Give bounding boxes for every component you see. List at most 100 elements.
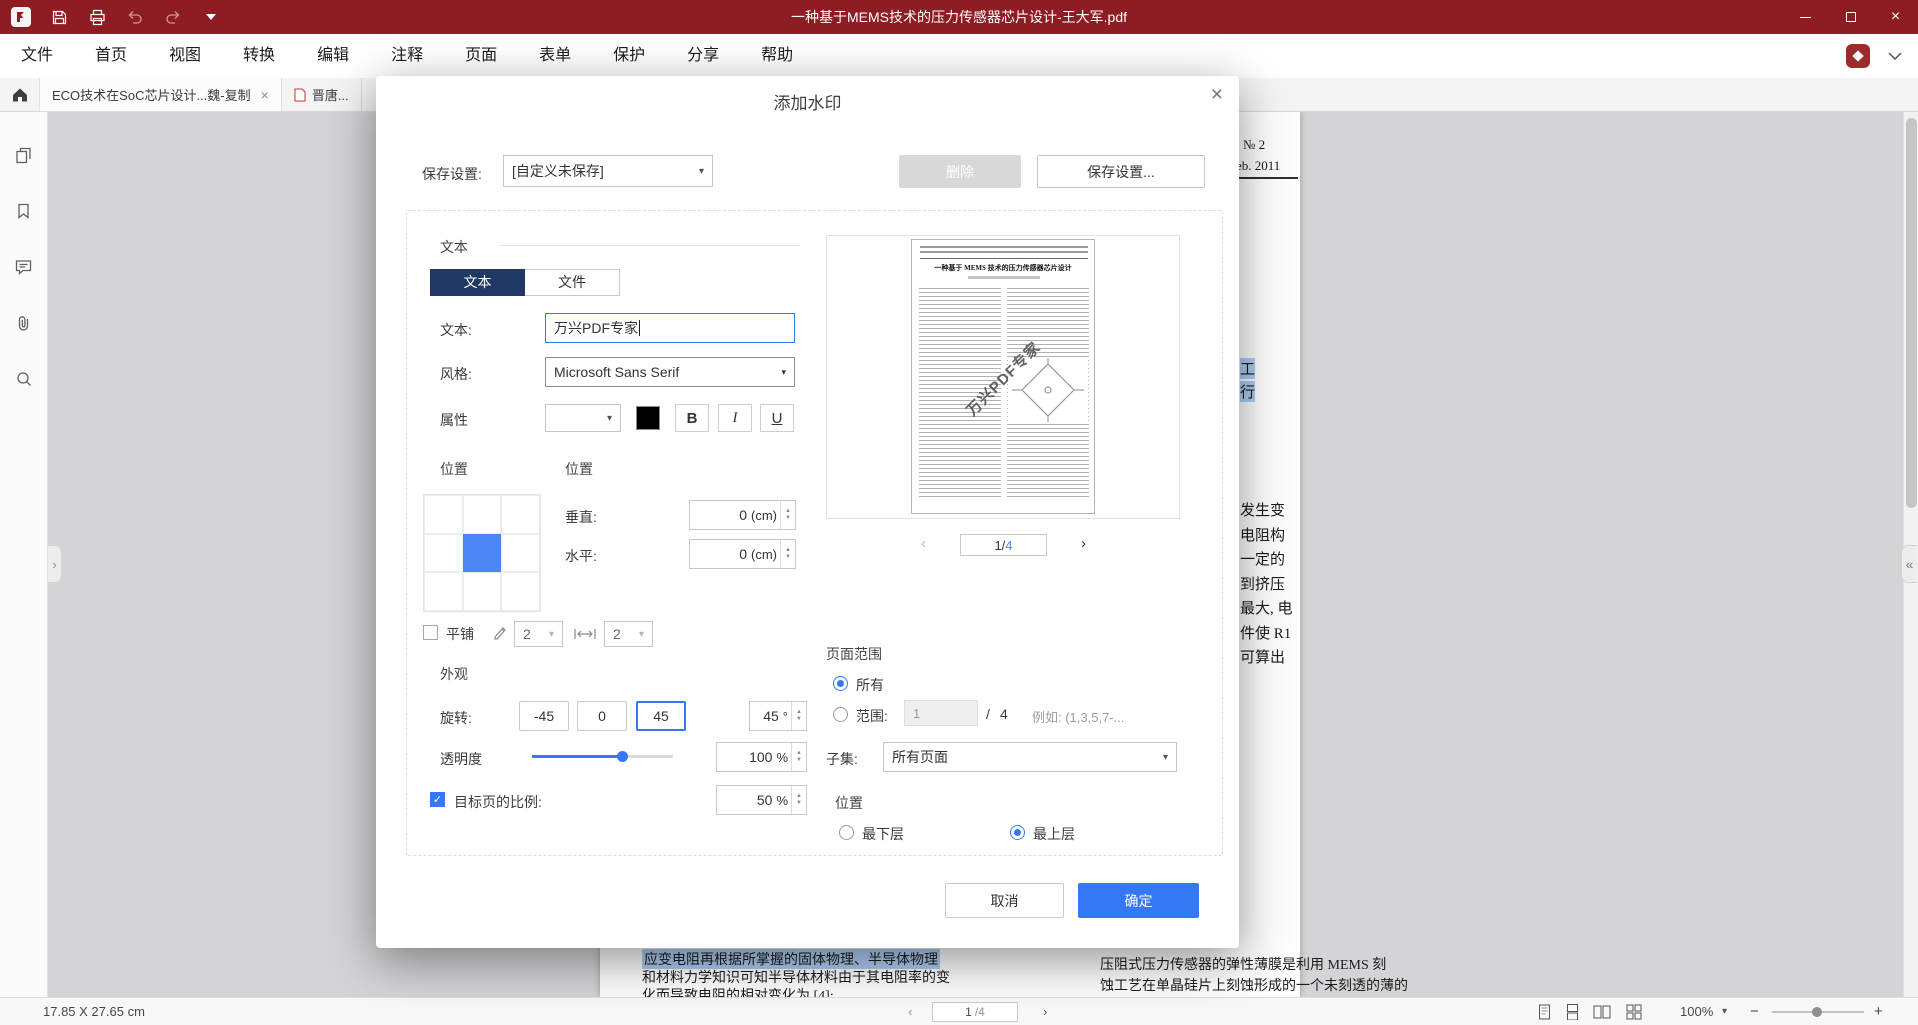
page-number-input[interactable]: 1 /4 [932, 1002, 1018, 1022]
comments-icon[interactable] [6, 252, 42, 282]
horizontal-offset-spinner[interactable]: 0 (cm) ▲▼ [689, 539, 796, 569]
maximize-button[interactable] [1828, 0, 1873, 34]
menu-protect[interactable]: 保护 [592, 34, 666, 78]
grid-cell[interactable] [463, 495, 502, 534]
menu-edit[interactable]: 编辑 [296, 34, 370, 78]
zoom-dropdown-icon[interactable]: ▾ [1722, 998, 1727, 1025]
toolbar-customize-icon[interactable] [200, 6, 222, 28]
zoom-slider[interactable] [1772, 1011, 1864, 1013]
attachments-icon[interactable] [6, 308, 42, 338]
bold-button[interactable]: B [675, 404, 709, 432]
search-icon[interactable] [6, 364, 42, 394]
thumbnails-icon[interactable] [6, 140, 42, 170]
grid-cell[interactable] [501, 495, 540, 534]
prev-page-icon[interactable]: ‹ [908, 998, 912, 1025]
home-tab-icon[interactable] [0, 78, 40, 111]
tab-label: ECO技术在SoC芯片设计...魏-复制 [52, 85, 251, 104]
grid-cell[interactable] [424, 495, 463, 534]
layer-top-radio[interactable] [1010, 825, 1025, 840]
anchor-position-grid[interactable] [423, 494, 541, 612]
scrollbar-thumb[interactable] [1906, 118, 1917, 508]
range-radio[interactable] [833, 707, 848, 722]
minimize-button[interactable] [1783, 0, 1828, 34]
tile-checkbox[interactable] [423, 625, 438, 640]
tab-close-icon[interactable]: × [261, 87, 269, 103]
underline-button[interactable]: U [760, 404, 794, 432]
close-button[interactable]: × [1873, 0, 1918, 34]
range-example: 例如: (1,3,5,7-... [1032, 707, 1124, 726]
save-settings-button[interactable]: 保存设置... [1037, 155, 1205, 188]
ok-button[interactable]: 确定 [1078, 883, 1199, 918]
right-panel-expand-handle[interactable]: « [1901, 545, 1917, 583]
zoom-slider-handle[interactable] [1812, 1007, 1822, 1017]
menu-form[interactable]: 表单 [518, 34, 592, 78]
grid-cell[interactable] [501, 572, 540, 611]
ribbon-collapse-icon[interactable] [1888, 47, 1902, 65]
font-size-dropdown[interactable]: ▾ [545, 404, 621, 432]
slider-handle[interactable] [617, 751, 628, 762]
print-icon[interactable] [86, 6, 108, 28]
promo-icon[interactable] [1846, 44, 1870, 68]
italic-button[interactable]: I [718, 404, 752, 432]
document-tab-2[interactable]: 晋唐... [282, 78, 362, 111]
scale-spinner[interactable]: 50 % ▲▼ [716, 785, 807, 815]
rotate-plus45-button[interactable]: 45 [636, 701, 686, 731]
menu-help[interactable]: 帮助 [740, 34, 814, 78]
grid-cell[interactable] [424, 534, 463, 573]
watermark-text-input[interactable]: 万兴PDF专家 [545, 313, 795, 343]
save-icon[interactable] [48, 6, 70, 28]
menu-page[interactable]: 页面 [444, 34, 518, 78]
tab-label: 晋唐... [312, 85, 349, 104]
menu-convert[interactable]: 转换 [222, 34, 296, 78]
continuous-view-icon[interactable] [1562, 1004, 1582, 1020]
menu-home[interactable]: 首页 [74, 34, 148, 78]
rotate-zero-button[interactable]: 0 [577, 701, 627, 731]
zoom-out-icon[interactable]: − [1750, 998, 1759, 1025]
tile-columns-dropdown[interactable]: 2 ▾ [514, 621, 563, 647]
single-page-view-icon[interactable] [1534, 1004, 1554, 1020]
two-page-view-icon[interactable] [1592, 1004, 1612, 1020]
cancel-button[interactable]: 取消 [945, 883, 1064, 918]
rotate-minus45-button[interactable]: -45 [519, 701, 569, 731]
preview-page-indicator[interactable]: 1/4 [960, 534, 1047, 556]
spinner-arrows[interactable]: ▲▼ [791, 702, 806, 730]
spinner-arrows[interactable]: ▲▼ [791, 786, 806, 814]
tile-rows-dropdown[interactable]: 2 ▾ [604, 621, 653, 647]
zoom-in-icon[interactable]: + [1874, 998, 1883, 1025]
opacity-spinner[interactable]: 100 % ▲▼ [716, 742, 807, 772]
spinner-arrows[interactable]: ▲▼ [780, 540, 795, 568]
subset-dropdown[interactable]: 所有页面 ▾ [883, 742, 1177, 772]
grid-cell[interactable] [424, 572, 463, 611]
font-color-swatch[interactable] [636, 406, 660, 430]
menu-file[interactable]: 文件 [0, 34, 74, 78]
all-pages-radio[interactable] [833, 676, 848, 691]
menu-view[interactable]: 视图 [148, 34, 222, 78]
scale-checkbox[interactable]: ✓ [430, 792, 445, 807]
left-panel-expand-handle[interactable]: › [48, 545, 62, 583]
menu-comment[interactable]: 注释 [370, 34, 444, 78]
grid-cell[interactable] [463, 572, 502, 611]
grid-cell[interactable] [501, 534, 540, 573]
redo-icon[interactable] [162, 6, 184, 28]
spinner-arrows[interactable]: ▲▼ [791, 743, 806, 771]
grid-cell-selected[interactable] [463, 534, 502, 573]
dialog-close-icon[interactable]: × [1211, 84, 1223, 105]
zoom-level[interactable]: 100% [1680, 998, 1713, 1025]
font-family-dropdown[interactable]: Microsoft Sans Serif ▾ [545, 357, 795, 387]
document-tab-1[interactable]: ECO技术在SoC芯片设计...魏-复制 × [40, 78, 282, 111]
menu-share[interactable]: 分享 [666, 34, 740, 78]
layer-bottom-radio[interactable] [839, 825, 854, 840]
tab-text[interactable]: 文本 [430, 269, 525, 296]
opacity-slider[interactable] [532, 755, 673, 758]
tab-file[interactable]: 文件 [525, 269, 620, 296]
quad-view-icon[interactable] [1624, 1004, 1644, 1020]
rotate-angle-spinner[interactable]: 45 ° ▲▼ [749, 701, 807, 731]
vertical-offset-spinner[interactable]: 0 (cm) ▲▼ [689, 500, 796, 530]
next-page-icon[interactable]: › [1043, 998, 1047, 1025]
spinner-arrows[interactable]: ▲▼ [780, 501, 795, 529]
saved-settings-dropdown[interactable]: [自定义未保存] ▾ [503, 155, 713, 187]
undo-icon[interactable] [124, 6, 146, 28]
preview-next-icon[interactable]: › [1081, 535, 1086, 552]
preview-prev-icon[interactable]: ‹ [921, 535, 926, 552]
bookmarks-icon[interactable] [6, 196, 42, 226]
